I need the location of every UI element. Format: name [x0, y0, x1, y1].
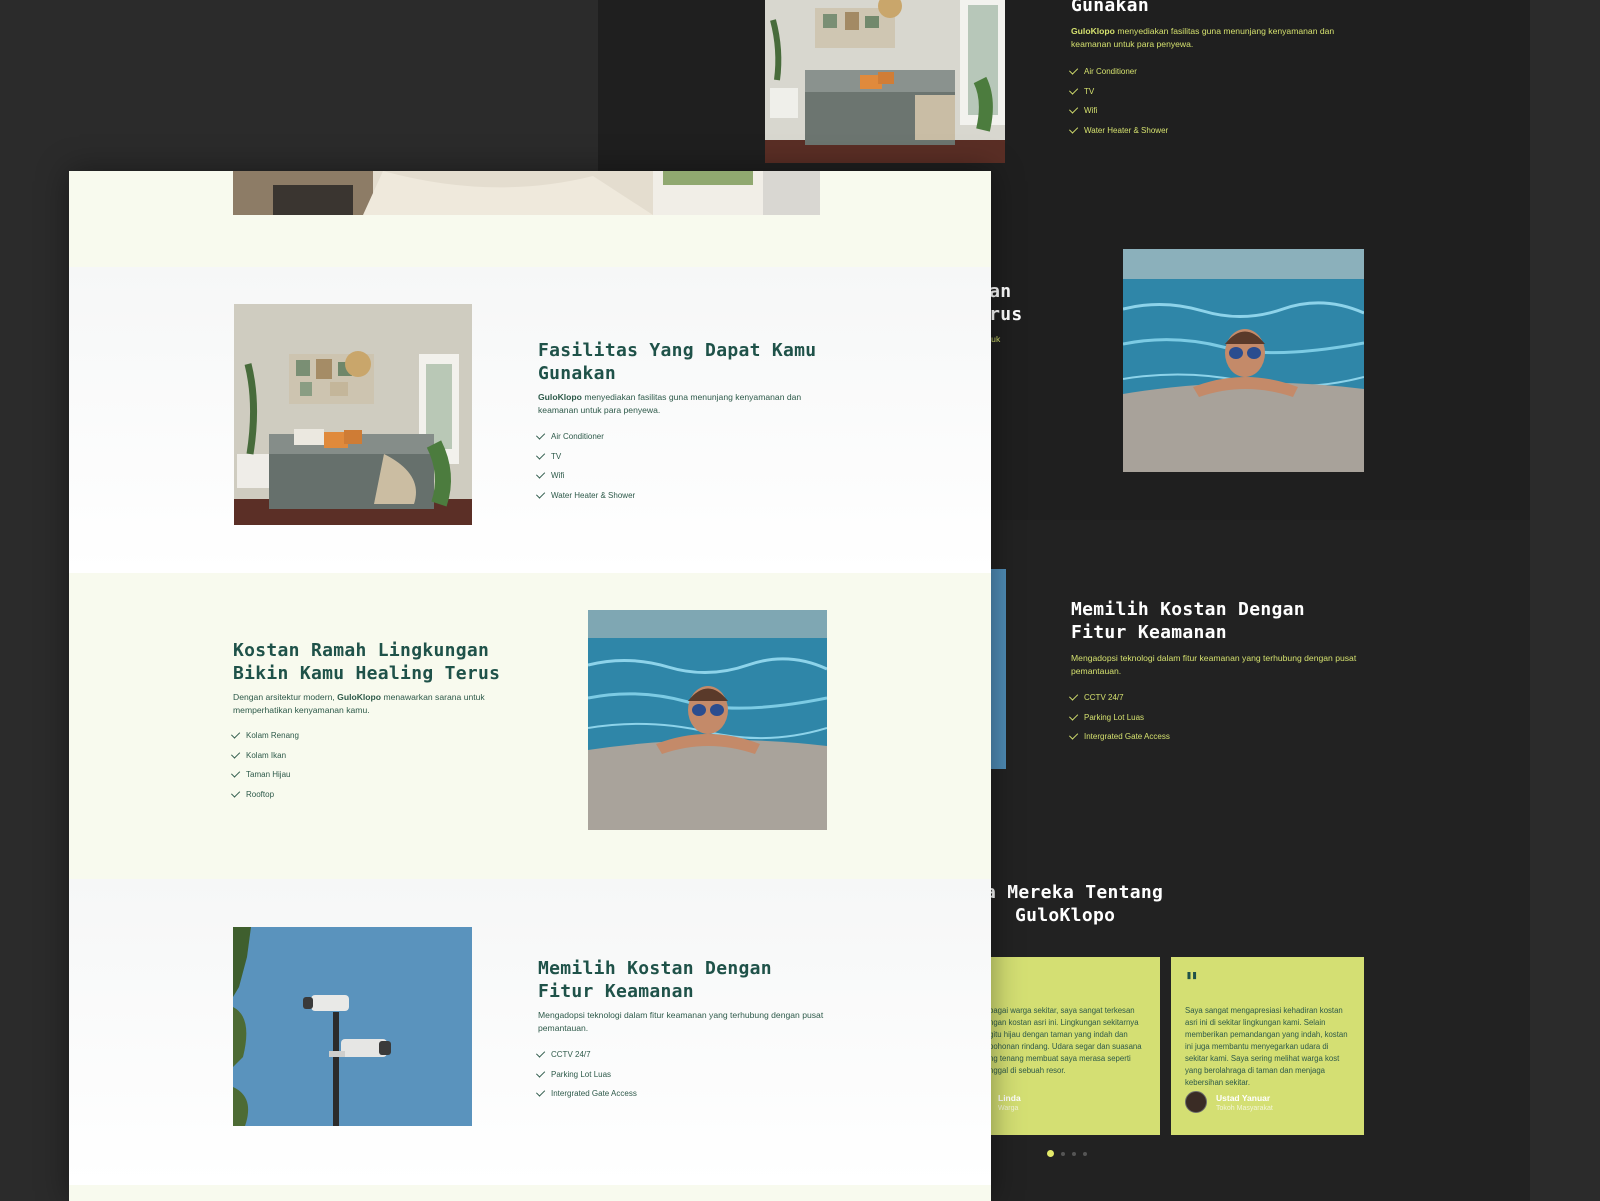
carousel-dot[interactable] — [1083, 1151, 1087, 1156]
author-role: Warga — [998, 1104, 1019, 1112]
list-item: Air Conditioner — [535, 427, 635, 447]
check-icon — [535, 1068, 546, 1078]
security-list: CCTV 24/7 Parking Lot Luas Intergrated G… — [535, 1045, 637, 1104]
dark-facilities-title: Gunakan — [1071, 0, 1149, 16]
testimonial-card-linda: " bagai warga sekitar, saya sangat terke… — [967, 957, 1160, 1135]
list-item: Kolam Renang — [230, 726, 299, 746]
list-item: Wifi — [535, 466, 635, 486]
check-icon — [535, 1048, 546, 1058]
list-item: TV — [1068, 82, 1168, 102]
dark-facilities-brand: GuloKlopo — [1071, 26, 1115, 36]
check-icon — [535, 469, 546, 479]
list-item: Parking Lot Luas — [535, 1065, 637, 1085]
security-title: Memilih Kostan Dengan Fitur Keamanan — [538, 958, 772, 1002]
facilities-desc: GuloKlopo menyediakan fasilitas guna men… — [538, 391, 808, 417]
dark-facilities-list: Air Conditioner TV Wifi Water Heater & S… — [1068, 62, 1168, 141]
list-item: Water Heater & Shower — [535, 486, 635, 506]
list-item: Kolam Ikan — [230, 746, 299, 766]
check-icon — [535, 489, 546, 499]
check-icon — [1068, 85, 1079, 95]
testimonials-title-line2: GuloKlopo — [1015, 905, 1116, 926]
check-icon — [230, 729, 241, 739]
light-page-mockup: Fasilitas Yang Dapat Kamu Gunakan GuloKl… — [69, 171, 991, 1201]
list-item: Wifi — [1068, 101, 1168, 121]
check-icon — [1068, 711, 1079, 721]
eco-desc-prefix: Dengan arsitektur modern, — [233, 692, 335, 702]
list-item: Intergrated Gate Access — [1068, 727, 1170, 747]
eco-brand: GuloKlopo — [337, 692, 382, 702]
facilities-section: Fasilitas Yang Dapat Kamu Gunakan GuloKl… — [69, 267, 991, 573]
list-item: Water Heater & Shower — [1068, 121, 1168, 141]
carousel-dot[interactable] — [1047, 1150, 1054, 1157]
carousel-dots — [1047, 1150, 1087, 1157]
quote-icon: " — [1185, 968, 1199, 998]
check-icon — [230, 768, 241, 778]
check-icon — [1068, 124, 1079, 134]
carousel-dot[interactable] — [1072, 1151, 1076, 1156]
eco-title: Kostan Ramah Lingkungan Bikin Kamu Heali… — [233, 640, 501, 684]
author-name: Linda — [998, 1092, 1021, 1103]
hero-bottom-section — [69, 171, 991, 267]
check-icon — [535, 450, 546, 460]
testimonial-card-ustad-yanuar: " Saya sangat mengapresiasi kehadiran ko… — [1171, 957, 1364, 1135]
hero-bedroom-photo — [233, 171, 820, 215]
check-icon — [230, 788, 241, 798]
pool-photo — [588, 610, 827, 830]
testimonials-title-line1: a Mereka Tentang — [985, 882, 1164, 903]
check-icon — [1068, 730, 1079, 740]
dark-facilities-desc: GuloKlopo menyediakan fasilitas guna men… — [1071, 25, 1341, 51]
check-icon — [1068, 691, 1079, 701]
check-icon — [1068, 65, 1079, 75]
check-icon — [535, 1087, 546, 1097]
list-item: Taman Hijau — [230, 765, 299, 785]
quote-icon: " — [979, 970, 1146, 997]
facilities-title: Fasilitas Yang Dapat Kamu Gunakan — [538, 340, 817, 384]
check-icon — [1068, 104, 1079, 114]
facilities-list: Air Conditioner TV Wifi Water Heater & S… — [535, 427, 635, 506]
security-section: Memilih Kostan Dengan Fitur Keamanan Men… — [69, 879, 991, 1185]
security-desc: Mengadopsi teknologi dalam fitur keamana… — [538, 1010, 824, 1033]
testimonial-text: bagai warga sekitar, saya sangat terkesa… — [989, 1006, 1142, 1075]
list-item: Parking Lot Luas — [1068, 708, 1170, 728]
eco-desc: Dengan arsitektur modern, GuloKlopo mena… — [233, 691, 493, 717]
next-section-top — [69, 1185, 991, 1201]
list-item: Air Conditioner — [1068, 62, 1168, 82]
avatar — [1185, 1091, 1207, 1113]
list-item: CCTV 24/7 — [535, 1045, 637, 1065]
cctv-photo — [233, 927, 472, 1126]
author-name: Ustad Yanuar — [1216, 1092, 1271, 1103]
list-item: Rooftop — [230, 785, 299, 805]
author-role: Tokoh Masyarakat — [1216, 1104, 1273, 1112]
list-item: Intergrated Gate Access — [535, 1084, 637, 1104]
check-icon — [535, 430, 546, 440]
testimonial-author: Ustad Yanuar Tokoh Masyarakat — [1185, 1091, 1273, 1113]
check-icon — [230, 749, 241, 759]
dark-security-list: CCTV 24/7 Parking Lot Luas Intergrated G… — [1068, 688, 1170, 747]
dark-security-desc: Mengadopsi teknologi dalam fitur keamana… — [1071, 653, 1357, 676]
facilities-brand: GuloKlopo — [538, 392, 582, 402]
bedroom-photo — [234, 304, 472, 525]
dark-bedroom-photo — [765, 0, 1005, 163]
carousel-dot[interactable] — [1061, 1151, 1065, 1156]
testimonial-text: Saya sangat mengapresiasi kehadiran kost… — [1185, 1006, 1348, 1087]
dark-pool-photo — [1123, 249, 1364, 472]
eco-list: Kolam Renang Kolam Ikan Taman Hijau Roof… — [230, 726, 299, 805]
list-item: TV — [535, 447, 635, 467]
list-item: CCTV 24/7 — [1068, 688, 1170, 708]
eco-section: Kostan Ramah Lingkungan Bikin Kamu Heali… — [69, 573, 991, 879]
dark-security-title: Memilih Kostan Dengan Fitur Keamanan — [1071, 599, 1305, 643]
